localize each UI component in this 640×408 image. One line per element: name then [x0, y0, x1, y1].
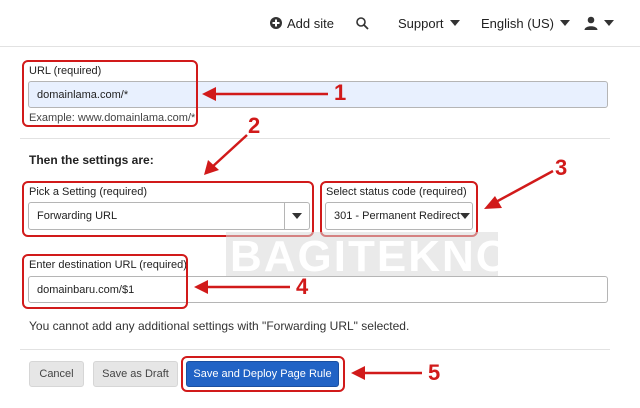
arrow-3-head: [484, 196, 502, 209]
annotation-4: 4: [296, 274, 309, 299]
annotation-arrows: [194, 87, 554, 380]
annotation-1: 1: [334, 80, 347, 105]
arrow-4-head: [194, 280, 208, 294]
arrow-5-head: [351, 366, 365, 380]
annotation-5: 5: [428, 360, 441, 385]
annotation-2: 2: [248, 113, 261, 138]
arrow-2: [210, 134, 248, 169]
annotation-3: 3: [555, 155, 568, 180]
arrow-3: [493, 169, 554, 205]
arrow-1-head: [202, 87, 216, 101]
